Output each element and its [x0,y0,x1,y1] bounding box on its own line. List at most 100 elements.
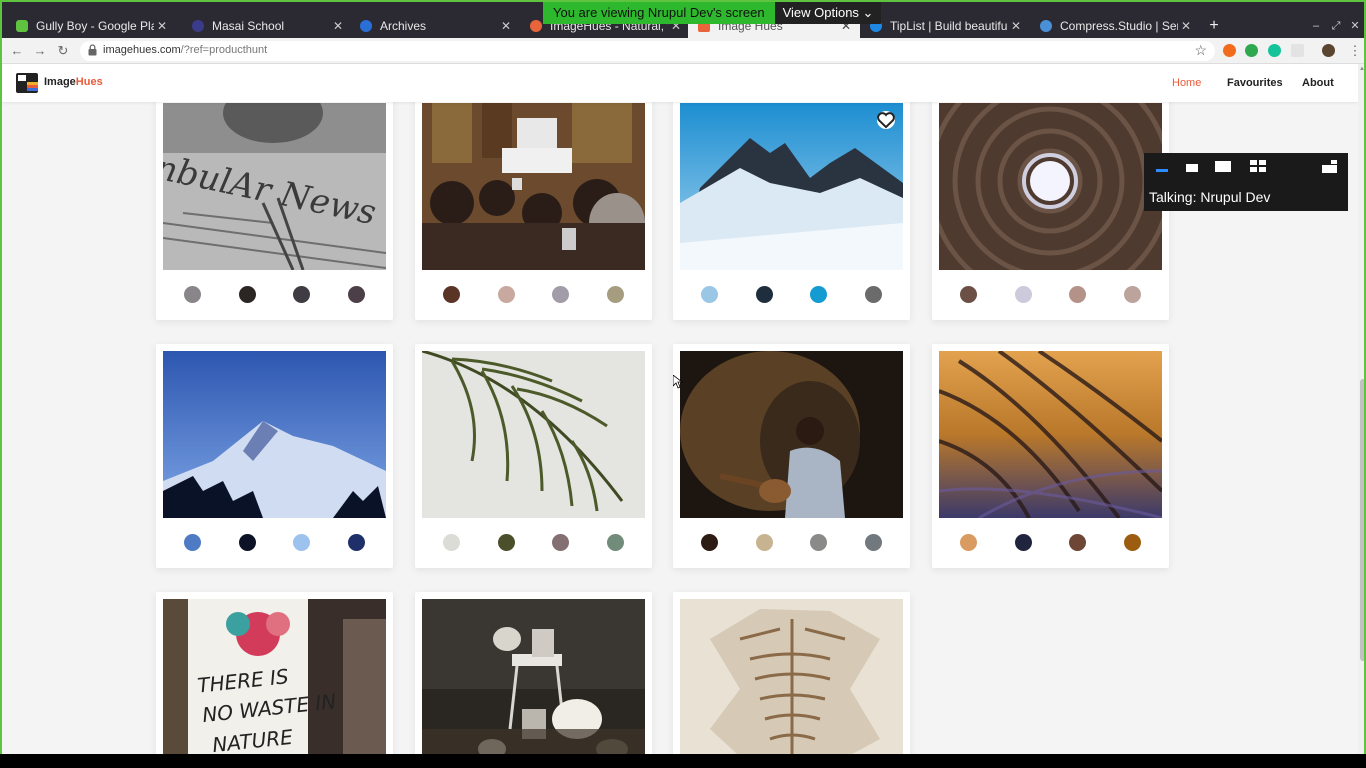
color-swatch[interactable] [865,286,882,303]
speaker-view-icon[interactable] [1186,164,1198,172]
grammarly-extension-icon[interactable] [1268,44,1281,57]
photo-fossil[interactable] [680,599,903,756]
nav-about-link[interactable]: About [1302,77,1334,89]
nav-home-link[interactable]: Home [1172,77,1201,89]
close-tab-icon[interactable]: ✕ [1178,19,1194,33]
view-options-button[interactable]: View Options ⌄ [774,2,882,24]
nav-favourites-link[interactable]: Favourites [1227,77,1283,89]
color-swatch[interactable] [348,286,365,303]
image-card[interactable] [673,344,910,568]
color-swatch[interactable] [810,534,827,551]
photo-blue-mountain[interactable] [163,351,386,518]
photo-image [163,351,386,518]
image-card[interactable] [415,96,652,320]
color-swatch[interactable] [1069,286,1086,303]
favourite-heart-icon[interactable] [877,111,895,129]
color-swatch[interactable] [1069,534,1086,551]
vertical-scrollbar[interactable]: ▲ [1358,64,1364,756]
color-swatch[interactable] [607,534,624,551]
color-swatch[interactable] [960,286,977,303]
image-card[interactable]: nbulAr News [156,96,393,320]
image-card[interactable] [932,96,1169,320]
color-swatch[interactable] [810,286,827,303]
color-swatch[interactable] [443,286,460,303]
profile-avatar[interactable] [1322,44,1335,57]
new-tab-button[interactable]: + [1205,14,1223,38]
image-card[interactable] [156,344,393,568]
grid-view-icon[interactable] [1250,160,1266,173]
color-swatch[interactable] [1124,534,1141,551]
image-card[interactable] [932,344,1169,568]
color-swatch[interactable] [607,286,624,303]
image-card[interactable] [415,344,652,568]
extension-icon[interactable] [1223,44,1236,57]
color-swatch[interactable] [865,534,882,551]
color-swatch[interactable] [239,286,256,303]
color-swatch[interactable] [756,286,773,303]
color-swatch[interactable] [960,534,977,551]
tab-gully-boy[interactable]: Gully Boy - Google Play M ✕ [6,14,176,38]
color-swatch[interactable] [184,534,201,551]
tab-masai-school[interactable]: Masai School ✕ [182,14,352,38]
photo-guitar-singer[interactable] [680,351,903,518]
site-logo-text[interactable]: ImageHues [44,76,103,88]
photo-snowy-mountain[interactable] [680,103,903,270]
color-swatch[interactable] [184,286,201,303]
extension-icon[interactable] [1291,44,1304,57]
view-options-label: View Options [782,5,859,20]
photo-no-waste-sign[interactable]: THERE IS NO WASTE IN NATURE [163,599,386,756]
photo-museum-crowd[interactable] [422,103,645,270]
color-swatch[interactable] [239,534,256,551]
minimize-video-icon[interactable] [1156,169,1168,172]
color-swatch[interactable] [348,534,365,551]
scrollbar-thumb[interactable] [1360,379,1364,661]
zoom-layout-controls [1144,153,1348,181]
color-swatch[interactable] [701,534,718,551]
color-palette [673,286,910,304]
exit-pip-icon[interactable] [1322,160,1337,173]
bookmark-star-icon[interactable]: ☆ [1194,42,1207,59]
imagehues-logo-icon[interactable] [16,73,38,93]
color-swatch[interactable] [1015,286,1032,303]
color-swatch[interactable] [552,534,569,551]
photo-dome-oculus[interactable] [939,103,1162,270]
color-swatch[interactable] [1015,534,1032,551]
photo-pumpkins-stool[interactable] [422,599,645,756]
forward-icon[interactable]: → [31,42,49,60]
color-swatch[interactable] [498,534,515,551]
reload-icon[interactable]: ↻ [54,42,72,60]
address-bar[interactable]: imagehues.com/?ref=producthunt ☆ [80,41,1215,61]
color-swatch[interactable] [701,286,718,303]
tab-tiplist[interactable]: TipList | Build beautiful t ✕ [860,14,1030,38]
archives-favicon-icon [360,20,372,32]
minimize-icon[interactable]: – [1307,14,1325,38]
tab-archives[interactable]: Archives ✕ [350,14,520,38]
color-swatch[interactable] [498,286,515,303]
photo-newspaper[interactable]: nbulAr News [163,103,386,270]
tab-compress-studio[interactable]: Compress.Studio | Serve ✕ [1030,14,1200,38]
evernote-extension-icon[interactable] [1245,44,1258,57]
image-card[interactable] [673,96,910,320]
image-card[interactable]: THERE IS NO WASTE IN NATURE [156,592,393,756]
close-tab-icon[interactable]: ✕ [330,19,346,33]
window-close-icon[interactable]: ✕ [1346,14,1364,38]
color-swatch[interactable] [552,286,569,303]
color-swatch[interactable] [443,534,460,551]
image-card[interactable] [415,592,652,756]
photo-palm-leaf[interactable] [422,351,645,518]
photo-image: nbulAr News [163,103,386,270]
close-tab-icon[interactable]: ✕ [154,19,170,33]
close-tab-icon[interactable]: ✕ [498,19,514,33]
back-icon[interactable]: ← [8,42,26,60]
color-swatch[interactable] [293,534,310,551]
gallery-view-icon[interactable] [1215,161,1231,172]
maximize-icon[interactable]: ⤢ [1327,14,1345,38]
close-tab-icon[interactable]: ✕ [1008,19,1024,33]
color-swatch[interactable] [293,286,310,303]
photo-golden-grass[interactable] [939,351,1162,518]
color-swatch[interactable] [756,534,773,551]
scroll-up-icon[interactable]: ▲ [1359,66,1364,72]
color-swatch[interactable] [1124,286,1141,303]
image-card[interactable] [673,592,910,756]
menu-kebab-icon[interactable]: ⋮ [1346,42,1364,60]
